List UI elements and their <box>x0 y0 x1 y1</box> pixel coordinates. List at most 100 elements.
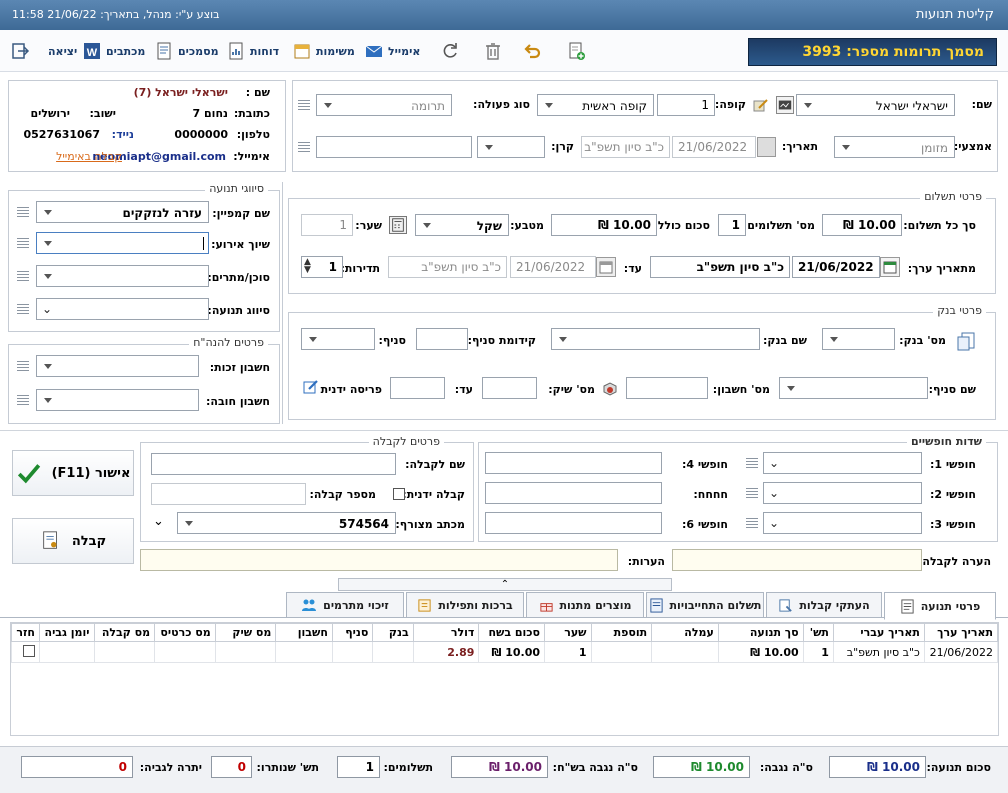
letters-button[interactable]: W מכתבים <box>82 38 145 64</box>
from-date-field[interactable]: 21/06/2022 <box>792 256 880 278</box>
receipt-button[interactable]: קבלה <box>12 518 134 564</box>
action-type-select[interactable]: תרומה <box>316 94 452 116</box>
check-number-field[interactable] <box>482 377 537 399</box>
donor-select[interactable]: ישראלי ישראל <box>796 94 955 116</box>
email-button[interactable]: אימייל <box>364 38 420 64</box>
confirm-button[interactable]: אישור (F11) <box>12 450 134 496</box>
cashbox-select[interactable]: קופה ראשית <box>537 94 654 116</box>
event-menu-icon[interactable] <box>17 237 29 249</box>
grid-column-header[interactable]: מס שיק <box>214 623 277 642</box>
campaign-select[interactable]: עזרה לנזקקים <box>36 201 209 223</box>
grid-column-header[interactable]: סניף <box>331 623 374 642</box>
documents-button[interactable]: מסמכים <box>154 38 219 64</box>
account-number-field[interactable] <box>626 377 708 399</box>
debit-account-select[interactable] <box>36 389 199 411</box>
free4-field[interactable] <box>485 452 662 474</box>
total-amount-field[interactable]: 10.00 ₪ <box>551 214 657 236</box>
fund-text-field[interactable] <box>316 136 472 158</box>
reports-button[interactable]: דוחות <box>226 38 279 64</box>
grid-column-header[interactable]: בנק <box>372 623 414 642</box>
stepper-arrows-icon[interactable]: ▲ ▼ <box>304 258 311 275</box>
check-until-field[interactable] <box>390 377 445 399</box>
to-date-picker[interactable] <box>596 257 616 277</box>
from-hebrew-date-field[interactable]: כ"ב סיון תשפ"ב <box>650 256 790 278</box>
grid-column-header[interactable]: מס קבלה <box>93 623 156 642</box>
tab-transaction-details[interactable]: פרטי תנועה <box>884 592 996 620</box>
free3-select[interactable]: ⌄ <box>763 512 922 534</box>
bank-lookup-button[interactable] <box>955 330 977 352</box>
table-row[interactable]: 21/06/2022 כ"ב סיון תשפ"ב 1 10.00 ₪ 1 10.00 ₪… <box>11 641 999 663</box>
payment-means-select[interactable]: מזומן <box>834 136 955 158</box>
bank-name-select[interactable] <box>551 328 760 350</box>
tab-commitment-payment[interactable]: תשלום התחייבויות <box>646 592 764 618</box>
rate-calc-button[interactable] <box>389 216 407 234</box>
class-select[interactable]: ⌄ <box>36 298 209 320</box>
grid-column-header[interactable]: תאריך ערך <box>923 623 999 642</box>
grid-column-header[interactable]: סכום בשח <box>478 623 546 642</box>
from-date-picker[interactable] <box>880 257 900 277</box>
grid-column-header[interactable]: חזר <box>11 623 40 642</box>
action-menu-icon[interactable] <box>298 99 310 111</box>
agent-select[interactable] <box>36 265 209 287</box>
grid-column-header[interactable]: חשבון <box>275 623 333 642</box>
fund-menu-icon[interactable] <box>298 141 310 153</box>
attached-letter-select[interactable]: 574564 <box>177 512 396 534</box>
credit-menu-icon[interactable] <box>17 360 29 372</box>
edit-donor-button[interactable] <box>752 96 770 114</box>
tab-fundraiser-credit[interactable]: זיכוי מתרמים <box>286 592 404 618</box>
grid-column-header[interactable]: תש' <box>802 623 834 642</box>
notes-field[interactable] <box>140 549 618 571</box>
grid-column-header[interactable]: מס כרטיס <box>154 623 216 642</box>
receipt-name-field[interactable] <box>151 453 396 475</box>
to-date-field[interactable]: 21/06/2022 <box>510 256 596 278</box>
delete-button[interactable] <box>483 38 503 64</box>
free1-select[interactable]: ⌄ <box>763 452 922 474</box>
receipt-note-field[interactable] <box>672 549 922 571</box>
debit-menu-icon[interactable] <box>17 394 29 406</box>
exit-button[interactable]: יציאה <box>10 38 77 64</box>
credit-account-select[interactable] <box>36 355 199 377</box>
grid-column-header[interactable]: עמלה <box>651 623 719 642</box>
branch-name-select[interactable] <box>779 377 928 399</box>
free1-menu-icon[interactable] <box>746 457 758 469</box>
manual-spread-button[interactable] <box>302 378 320 396</box>
free2-menu-icon[interactable] <box>746 487 758 499</box>
receipt-number-field[interactable] <box>151 483 306 505</box>
branch-prefix-field[interactable] <box>416 328 468 350</box>
free3-menu-icon[interactable] <box>746 517 758 529</box>
tasks-button[interactable]: משימות <box>292 38 355 64</box>
cashbox-number[interactable]: 1 <box>657 94 715 116</box>
campaign-menu-icon[interactable] <box>17 206 29 218</box>
tab-blessings[interactable]: ברכות ותפילות <box>406 592 524 618</box>
each-payment-field[interactable]: 10.00 ₪ <box>822 214 902 236</box>
class-menu-icon[interactable] <box>17 303 29 315</box>
manual-receipt-checkbox[interactable] <box>393 488 405 500</box>
payments-count-field[interactable]: 1 <box>718 214 746 236</box>
date-field[interactable]: 21/06/2022 <box>672 136 756 158</box>
email-receipt-link[interactable]: קבלה באימייל <box>56 150 122 163</box>
grid-column-header[interactable]: תאריך עברי <box>832 623 925 642</box>
undo-button[interactable] <box>522 38 542 64</box>
grid-column-header[interactable]: דולר <box>412 623 480 642</box>
agent-menu-icon[interactable] <box>17 270 29 282</box>
check-scan-button[interactable] <box>601 380 619 398</box>
collapse-toggle[interactable]: ⌃ <box>338 578 672 591</box>
new-button[interactable] <box>566 38 586 64</box>
grid-column-header[interactable]: שער <box>544 623 592 642</box>
bank-number-select[interactable] <box>822 328 895 350</box>
free6-field[interactable] <box>485 512 662 534</box>
free5-field[interactable] <box>485 482 662 504</box>
returned-checkbox[interactable] <box>22 644 35 657</box>
refresh-button[interactable] <box>440 38 460 64</box>
date-picker-button[interactable] <box>757 137 776 157</box>
fund-select[interactable] <box>477 136 545 158</box>
currency-select[interactable]: שקל <box>415 214 509 236</box>
grid-column-header[interactable]: יומן גביה <box>38 623 95 642</box>
grid-column-header[interactable]: סך תנועה <box>717 623 804 642</box>
manual-spread-label[interactable]: פריסה ידנית <box>321 383 382 396</box>
free2-select[interactable]: ⌄ <box>763 482 922 504</box>
to-hebrew-date-field[interactable]: כ"ב סיון תשפ"ב <box>388 256 507 278</box>
tab-receipt-copies[interactable]: העתקי קבלות <box>766 592 882 618</box>
donor-card-button[interactable] <box>776 96 794 114</box>
grid-column-header[interactable]: תוספת <box>590 623 653 642</box>
